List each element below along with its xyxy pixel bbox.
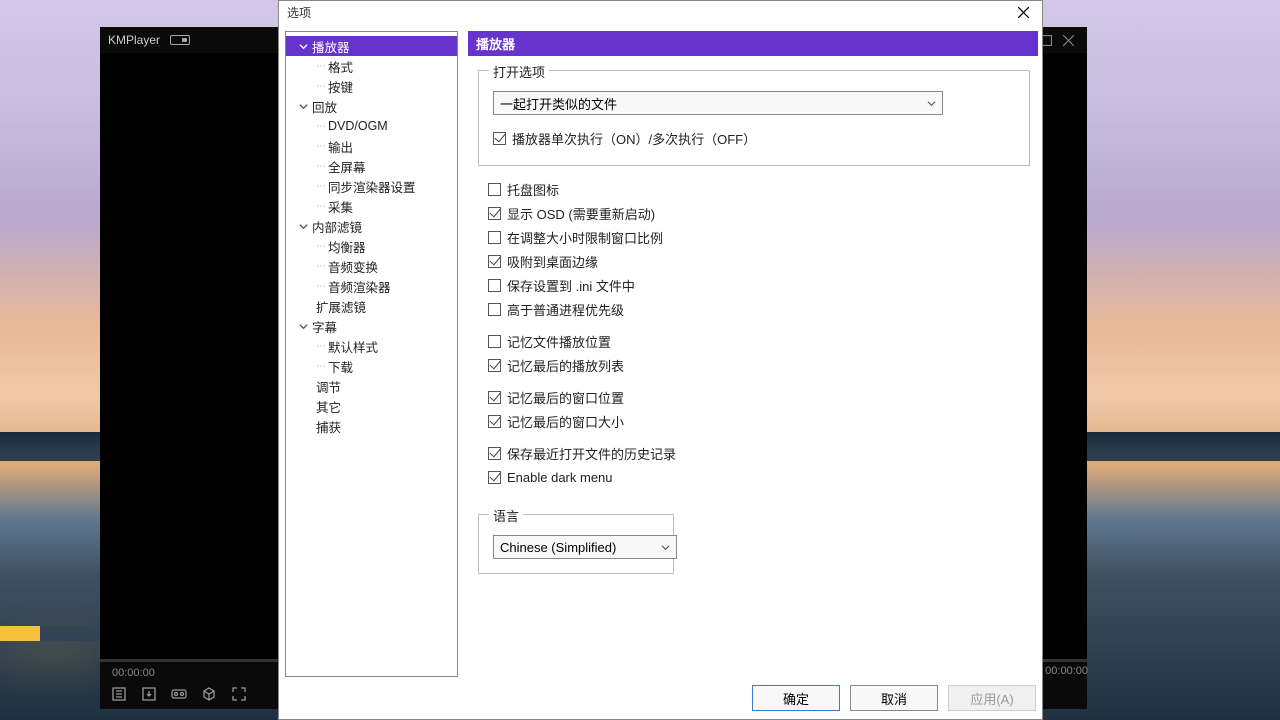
snap-checkbox[interactable] — [488, 255, 501, 268]
time-elapsed: 00:00:00 — [112, 667, 155, 679]
save-ini-checkbox[interactable] — [488, 279, 501, 292]
open-options-legend: 打开选项 — [489, 62, 549, 81]
osd-checkbox[interactable] — [488, 207, 501, 220]
single-exec-label: 播放器单次执行（ON）/多次执行（OFF） — [512, 129, 756, 148]
download-icon[interactable] — [140, 685, 158, 703]
tree-other[interactable]: 其它 — [286, 396, 457, 416]
save-history-label: 保存最近打开文件的历史记录 — [507, 444, 676, 463]
chevron-down-icon — [296, 39, 310, 53]
remember-pos-label: 记忆文件播放位置 — [507, 332, 611, 351]
cube-icon[interactable] — [200, 685, 218, 703]
remember-winsize-checkbox[interactable] — [488, 415, 501, 428]
tree-fullscreen[interactable]: ⋯全屏幕 — [286, 156, 457, 176]
close-icon[interactable] — [1057, 29, 1079, 51]
tree-sync[interactable]: ⋯同步渲染器设置 — [286, 176, 457, 196]
tree-intfilter[interactable]: 内部滤镜 — [286, 216, 457, 236]
osd-label: 显示 OSD (需要重新启动) — [507, 204, 655, 223]
tree-capture[interactable]: 捕获 — [286, 416, 457, 436]
settings-content: 播放器 打开选项 一起打开类似的文件 播放器单次执行（ON）/多次执行（OFF）… — [468, 31, 1040, 677]
tree-format[interactable]: ⋯格式 — [286, 56, 457, 76]
dialog-button-row: 确定 取消 应用(A) — [279, 677, 1042, 719]
settings-tree[interactable]: 播放器 ⋯格式 ⋯按键 回放 ⋯DVD/OGM ⋯输出 ⋯全屏幕 ⋯同步渲染器设… — [285, 31, 458, 677]
tree-download[interactable]: ⋯下载 — [286, 356, 457, 376]
single-exec-checkbox[interactable] — [493, 132, 506, 145]
keep-ratio-label: 在调整大小时限制窗口比例 — [507, 228, 663, 247]
language-combo[interactable]: Chinese (Simplified) — [493, 535, 677, 559]
tree-subtitle[interactable]: 字幕 — [286, 316, 457, 336]
dark-menu-label: Enable dark menu — [507, 470, 613, 485]
tray-label: 托盘图标 — [507, 180, 559, 199]
player-title: KMPlayer — [108, 33, 160, 47]
language-group: 语言 Chinese (Simplified) — [478, 514, 674, 574]
dark-menu-checkbox[interactable] — [488, 471, 501, 484]
remember-playlist-checkbox[interactable] — [488, 359, 501, 372]
chevron-down-icon — [656, 538, 674, 556]
playlist-icon[interactable] — [110, 685, 128, 703]
remember-winsize-label: 记忆最后的窗口大小 — [507, 412, 624, 431]
dialog-titlebar[interactable]: 选项 — [279, 1, 1042, 23]
save-history-checkbox[interactable] — [488, 447, 501, 460]
cancel-button[interactable]: 取消 — [850, 685, 938, 711]
open-options-group: 打开选项 一起打开类似的文件 播放器单次执行（ON）/多次执行（OFF） — [478, 70, 1030, 166]
fullscreen-icon[interactable] — [230, 685, 248, 703]
battery-icon — [170, 35, 190, 45]
chevron-down-icon — [922, 94, 940, 112]
tree-keys[interactable]: ⋯按键 — [286, 76, 457, 96]
tree-capture2[interactable]: ⋯采集 — [286, 196, 457, 216]
chevron-down-icon — [296, 219, 310, 233]
tree-audioren[interactable]: ⋯音频渲染器 — [286, 276, 457, 296]
ok-button[interactable]: 确定 — [752, 685, 840, 711]
tree-playback[interactable]: 回放 — [286, 96, 457, 116]
dialog-close-button[interactable] — [1008, 2, 1038, 22]
remember-winpos-label: 记忆最后的窗口位置 — [507, 388, 624, 407]
chevron-down-icon — [296, 99, 310, 113]
open-mode-combo[interactable]: 一起打开类似的文件 — [493, 91, 943, 115]
content-header: 播放器 — [468, 31, 1038, 56]
high-prio-label: 高于普通进程优先级 — [507, 300, 624, 319]
vr-icon[interactable] — [170, 685, 188, 703]
tree-eq[interactable]: ⋯均衡器 — [286, 236, 457, 256]
keep-ratio-checkbox[interactable] — [488, 231, 501, 244]
remember-playlist-label: 记忆最后的播放列表 — [507, 356, 624, 375]
high-prio-checkbox[interactable] — [488, 303, 501, 316]
snap-label: 吸附到桌面边缘 — [507, 252, 598, 271]
tree-defstyle[interactable]: ⋯默认样式 — [286, 336, 457, 356]
apply-button[interactable]: 应用(A) — [948, 685, 1036, 711]
options-dialog: 选项 播放器 ⋯格式 ⋯按键 回放 ⋯DVD/OGM ⋯输出 ⋯全屏幕 ⋯同步渲… — [278, 0, 1043, 720]
tree-player[interactable]: 播放器 — [286, 36, 457, 56]
remember-winpos-checkbox[interactable] — [488, 391, 501, 404]
tree-output[interactable]: ⋯输出 — [286, 136, 457, 156]
chevron-down-icon — [296, 319, 310, 333]
tree-extfilter[interactable]: 扩展滤镜 — [286, 296, 457, 316]
dialog-title: 选项 — [287, 4, 311, 21]
tree-adjust[interactable]: 调节 — [286, 376, 457, 396]
save-ini-label: 保存设置到 .ini 文件中 — [507, 276, 635, 295]
remember-pos-checkbox[interactable] — [488, 335, 501, 348]
time-total: 00:00:00 — [1045, 665, 1088, 677]
tree-audiotr[interactable]: ⋯音频变换 — [286, 256, 457, 276]
language-legend: 语言 — [489, 506, 523, 525]
tray-checkbox[interactable] — [488, 183, 501, 196]
tree-dvd[interactable]: ⋯DVD/OGM — [286, 116, 457, 136]
